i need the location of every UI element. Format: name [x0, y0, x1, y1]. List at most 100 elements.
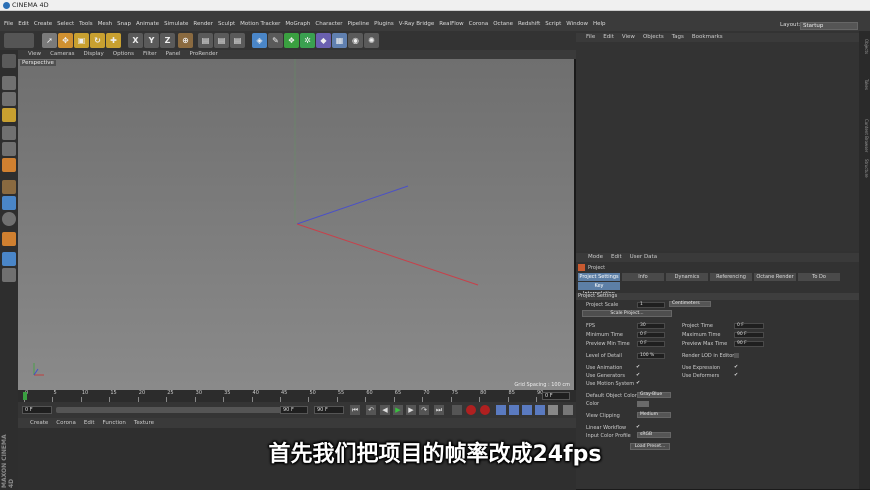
make-editable-button[interactable]	[2, 54, 16, 68]
scale-tool-button[interactable]: ▣	[74, 33, 89, 48]
key-rotation-button[interactable]	[522, 405, 532, 415]
edges-mode-button[interactable]	[2, 142, 16, 156]
use-motion-checkbox[interactable]: ✔	[636, 381, 641, 386]
rotate-tool-button[interactable]: ↻	[90, 33, 105, 48]
right-tab-content-browser[interactable]: Content Browser	[860, 119, 869, 152]
fps-field[interactable]: 30	[637, 323, 665, 329]
object-manager[interactable]: File Edit View Objects Tags Bookmarks	[576, 31, 859, 251]
timeline-ruler[interactable]: 051015202530354045505560657075808590 0 F	[18, 390, 576, 402]
menu-item-script[interactable]: Script	[545, 21, 561, 31]
locked-workplane-button[interactable]	[2, 232, 16, 246]
key-position-button[interactable]	[496, 405, 506, 415]
menu-item-mesh[interactable]: Mesh	[98, 21, 112, 31]
object-menu-item-objects[interactable]: Objects	[643, 34, 664, 40]
viewport-menu-item-filter[interactable]: Filter	[143, 51, 157, 57]
viewport-menu-item-options[interactable]: Options	[113, 51, 134, 57]
menu-item-render[interactable]: Render	[193, 21, 213, 31]
color-swatch[interactable]	[637, 401, 649, 407]
tab-octane-render[interactable]: Octane Render	[754, 273, 796, 281]
use-expression-checkbox[interactable]: ✔	[734, 365, 739, 370]
go-to-end-button[interactable]: ⏭	[434, 405, 444, 415]
camera-button[interactable]: ◉	[348, 33, 363, 48]
use-generators-checkbox[interactable]: ✔	[636, 373, 641, 378]
tab-project-settings[interactable]: Project Settings	[578, 273, 620, 281]
tab-info[interactable]: Info	[622, 273, 664, 281]
recent-tool-button[interactable]: ✚	[106, 33, 121, 48]
menu-item-help[interactable]: Help	[593, 21, 606, 31]
menu-item-v-ray-bridge[interactable]: V-Ray Bridge	[399, 21, 434, 31]
y-axis-button[interactable]: Y	[144, 33, 159, 48]
auto-key-button[interactable]	[480, 405, 490, 415]
render-settings-button[interactable]: ▤	[230, 33, 245, 48]
menu-item-simulate[interactable]: Simulate	[164, 21, 188, 31]
z-axis-button[interactable]: Z	[160, 33, 175, 48]
default-color-select[interactable]: Gray-Blue	[637, 392, 671, 398]
viewport-menu-item-display[interactable]: Display	[84, 51, 104, 57]
enable-axis-button[interactable]	[2, 180, 16, 194]
x-axis-button[interactable]: X	[128, 33, 143, 48]
menu-item-edit[interactable]: Edit	[18, 21, 29, 31]
preview-max-field[interactable]: 90 F	[734, 341, 764, 347]
select-tool-button[interactable]: ➚	[42, 33, 57, 48]
object-menu-item-bookmarks[interactable]: Bookmarks	[692, 34, 723, 40]
menu-item-redshift[interactable]: Redshift	[518, 21, 540, 31]
min-time-field[interactable]: 0 F	[637, 332, 665, 338]
light-button[interactable]: ✺	[364, 33, 379, 48]
range-end-field[interactable]: 90 F	[280, 406, 308, 414]
play-button[interactable]: ▶	[393, 405, 403, 415]
project-scale-field[interactable]: 1	[637, 302, 665, 308]
subdivision-button[interactable]: ❖	[284, 33, 299, 48]
polygons-mode-button[interactable]	[2, 158, 16, 172]
prev-key-button[interactable]: ↶	[366, 405, 376, 415]
go-to-start-button[interactable]: ⏮	[350, 405, 360, 415]
attribute-menu-item-edit[interactable]: Edit	[611, 254, 622, 260]
object-menu-item-file[interactable]: File	[586, 34, 595, 40]
menu-item-motion-tracker[interactable]: Motion Tracker	[240, 21, 280, 31]
material-menu-item-texture[interactable]: Texture	[134, 420, 154, 426]
viewport-perspective[interactable]: Perspective Grid Spacing : 100 cm	[18, 59, 574, 390]
layer-button[interactable]	[2, 268, 16, 282]
tab-to-do[interactable]: To Do	[798, 273, 840, 281]
pen-spline-button[interactable]: ✎	[268, 33, 283, 48]
coordinate-system-button[interactable]: ⊕	[178, 33, 193, 48]
next-key-button[interactable]: ↷	[419, 405, 429, 415]
max-time-field[interactable]: 90 F	[734, 332, 764, 338]
texture-mode-button[interactable]	[2, 92, 16, 106]
record-button[interactable]	[466, 405, 476, 415]
use-deformers-checkbox[interactable]: ✔	[734, 373, 739, 378]
range-slider[interactable]	[56, 407, 306, 413]
attribute-menu-item-mode[interactable]: Mode	[588, 254, 603, 260]
menu-item-octane[interactable]: Octane	[493, 21, 513, 31]
workplane-mode-button[interactable]	[2, 108, 16, 122]
attribute-menu-item-user-data[interactable]: User Data	[630, 254, 657, 260]
preview-min-field[interactable]: 0 F	[637, 341, 665, 347]
key-scale-button[interactable]	[509, 405, 519, 415]
use-animation-checkbox[interactable]: ✔	[636, 365, 641, 370]
project-time-field[interactable]: 0 F	[734, 323, 764, 329]
next-frame-button[interactable]: ▶	[406, 405, 416, 415]
viewport-menu-item-prorender[interactable]: ProRender	[190, 51, 218, 57]
menu-item-sculpt[interactable]: Sculpt	[218, 21, 235, 31]
right-tab-objects[interactable]: Objects	[860, 39, 869, 54]
menu-item-snap[interactable]: Snap	[117, 21, 131, 31]
menu-item-file[interactable]: File	[4, 21, 13, 31]
tab-dynamics[interactable]: Dynamics	[666, 273, 708, 281]
menu-item-corona[interactable]: Corona	[469, 21, 489, 31]
layout-select[interactable]: Startup	[800, 22, 858, 30]
menu-item-tools[interactable]: Tools	[79, 21, 93, 31]
viewport-menu-item-panel[interactable]: Panel	[166, 51, 181, 57]
tweak-mode-button[interactable]	[2, 196, 16, 210]
move-tool-button[interactable]: ✥	[58, 33, 73, 48]
linear-workflow-checkbox[interactable]: ✔	[636, 425, 641, 430]
project-scale-unit-select[interactable]: Centimeters	[669, 301, 711, 307]
menu-item-character[interactable]: Character	[315, 21, 342, 31]
key-pla-button[interactable]	[548, 405, 558, 415]
tab-referencing[interactable]: Referencing	[710, 273, 752, 281]
key-param-button[interactable]	[535, 405, 545, 415]
snapping-button[interactable]	[2, 212, 16, 226]
timeline-menu-button[interactable]	[563, 405, 573, 415]
undo-redo-button[interactable]	[4, 33, 34, 48]
solo-button[interactable]	[2, 252, 16, 266]
material-menu-item-corona[interactable]: Corona	[56, 420, 76, 426]
menu-item-window[interactable]: Window	[566, 21, 588, 31]
